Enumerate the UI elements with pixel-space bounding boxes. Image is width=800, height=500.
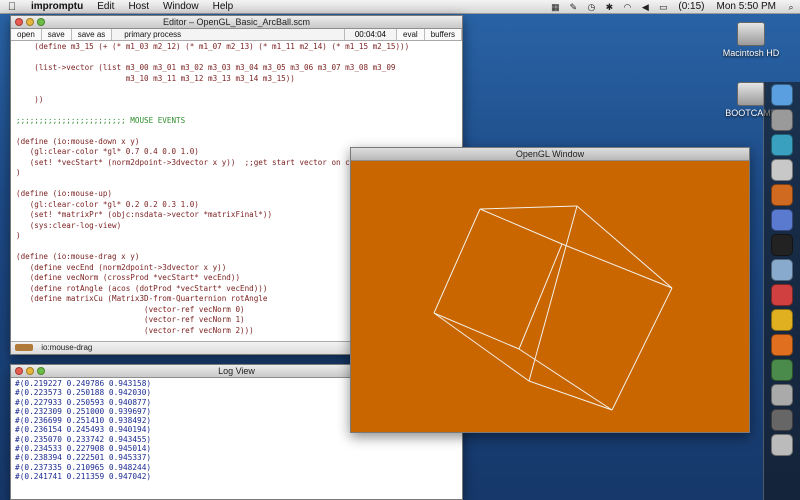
dock-chrome-icon[interactable] [771, 309, 793, 331]
code-line[interactable]: (define (io:mouse-down x y) [16, 137, 462, 148]
app-menu[interactable]: impromptu [24, 0, 90, 14]
menu-window[interactable]: Window [156, 0, 206, 14]
minimize-icon[interactable] [26, 18, 34, 26]
volume-icon[interactable]: ◀ [640, 2, 650, 12]
editor-titlebar[interactable]: Editor – OpenGL_Basic_ArcBall.scm [11, 16, 462, 29]
gl-canvas[interactable] [351, 161, 749, 432]
close-icon[interactable] [15, 367, 23, 375]
buffers-button[interactable]: buffers [424, 29, 462, 40]
hard-drive-icon [737, 22, 765, 46]
log-title: Log View [218, 366, 255, 376]
time-display: 00:04:04 [343, 29, 397, 40]
code-line[interactable]: ;;;;;;;;;;;;;;;;;;;;;;;; MOUSE EVENTS [16, 116, 462, 127]
wireframe-cube [433, 205, 673, 411]
editor-title: Editor – OpenGL_Basic_ArcBall.scm [162, 17, 311, 27]
gl-titlebar[interactable]: OpenGL Window [351, 148, 749, 161]
status-area: ▦ ✎ ◷ ✱ ◠ ◀ ▭ (0:15) Mon 5:50 PM ⌕ [546, 0, 800, 14]
code-line[interactable]: )) [16, 95, 462, 106]
eval-status-icon [15, 344, 33, 352]
desktop-icon-label: Macintosh HD [722, 48, 780, 58]
clock[interactable]: Mon 5:50 PM [717, 0, 776, 14]
code-line[interactable]: m3_10 m3_11 m3_12 m3_13 m3_14 m3_15)) [16, 74, 462, 85]
cube-edge [518, 243, 563, 350]
log-line: #(0.241741 0.211359 0.947042) [15, 471, 152, 481]
bluetooth-icon[interactable]: ✱ [604, 2, 614, 12]
open-button[interactable]: open [11, 29, 42, 40]
apple-menu-icon[interactable]:  [0, 0, 24, 14]
script-icon[interactable]: ✎ [568, 2, 578, 12]
cube-edge [528, 205, 578, 382]
dock-app-icon[interactable] [771, 209, 793, 231]
desktop-icon-macintosh-hd[interactable]: Macintosh HD [716, 22, 786, 58]
log-line: #(0.238394 0.222501 0.945337) [15, 453, 152, 463]
cube-edge [561, 243, 673, 289]
save-button[interactable]: save [41, 29, 72, 40]
minimize-icon[interactable] [26, 367, 34, 375]
code-line[interactable] [16, 105, 462, 116]
dock-firefox-icon[interactable] [771, 334, 793, 356]
save-as-button[interactable]: save as [71, 29, 113, 40]
zoom-icon[interactable] [37, 18, 45, 26]
opengl-window: OpenGL Window [350, 147, 750, 433]
dock [763, 82, 800, 500]
cube-edge [433, 208, 481, 314]
cube-edge [479, 205, 578, 210]
dock-app-icon[interactable] [771, 409, 793, 431]
cube-edge [576, 205, 673, 289]
wifi-icon[interactable]: ◠ [622, 2, 632, 12]
log-line: #(0.234533 0.227908 0.945014) [15, 444, 152, 454]
dock-finder-icon[interactable] [771, 84, 793, 106]
cube-edge [479, 208, 563, 245]
current-function: io:mouse-drag [41, 343, 93, 352]
dock-app-icon[interactable] [771, 359, 793, 381]
dock-preview-icon[interactable] [771, 159, 793, 181]
dock-app-icon[interactable] [771, 259, 793, 281]
close-icon[interactable] [15, 18, 23, 26]
zoom-icon[interactable] [37, 367, 45, 375]
menu-bar:  impromptu Edit Host Window Help ▦ ✎ ◷ … [0, 0, 800, 14]
window-controls [15, 367, 48, 375]
battery-time[interactable]: (0:15) [678, 0, 704, 14]
dock-itunes-icon[interactable] [771, 134, 793, 156]
code-line[interactable]: (define m3_15 (+ (* m1_03 m2_12) (* m1_0… [16, 42, 462, 53]
cube-edge [611, 287, 673, 411]
log-line: #(0.235070 0.233742 0.943455) [15, 434, 152, 444]
code-line[interactable] [16, 53, 462, 64]
code-line[interactable] [16, 84, 462, 95]
eval-button[interactable]: eval [397, 29, 425, 40]
editor-toolbar: open save save as primary process 00:04:… [11, 29, 462, 41]
hard-drive-icon [737, 82, 765, 106]
spaces-icon[interactable]: ▦ [550, 2, 560, 12]
battery-icon[interactable]: ▭ [658, 2, 668, 12]
menu-host[interactable]: Host [121, 0, 156, 14]
dock-impromptu-icon[interactable] [771, 184, 793, 206]
dock-systemprefs-icon[interactable] [771, 109, 793, 131]
menu-edit[interactable]: Edit [90, 0, 121, 14]
window-controls [15, 18, 48, 26]
dock-app-icon[interactable] [771, 284, 793, 306]
code-line[interactable]: (list->vector (list m3_00 m3_01 m3_02 m3… [16, 63, 462, 74]
log-line: #(0.237335 0.210965 0.948244) [15, 462, 152, 472]
cube-edge [528, 380, 613, 411]
dock-app-icon[interactable] [771, 384, 793, 406]
code-line[interactable] [16, 126, 462, 137]
dock-trash-icon[interactable] [771, 434, 793, 456]
gl-title: OpenGL Window [515, 149, 585, 159]
cube-edge [518, 348, 613, 411]
timemachine-icon[interactable]: ◷ [586, 2, 596, 12]
dock-terminal-icon[interactable] [771, 234, 793, 256]
process-select[interactable]: primary process [112, 29, 344, 40]
spotlight-icon[interactable]: ⌕ [786, 2, 796, 12]
menu-help[interactable]: Help [206, 0, 241, 14]
